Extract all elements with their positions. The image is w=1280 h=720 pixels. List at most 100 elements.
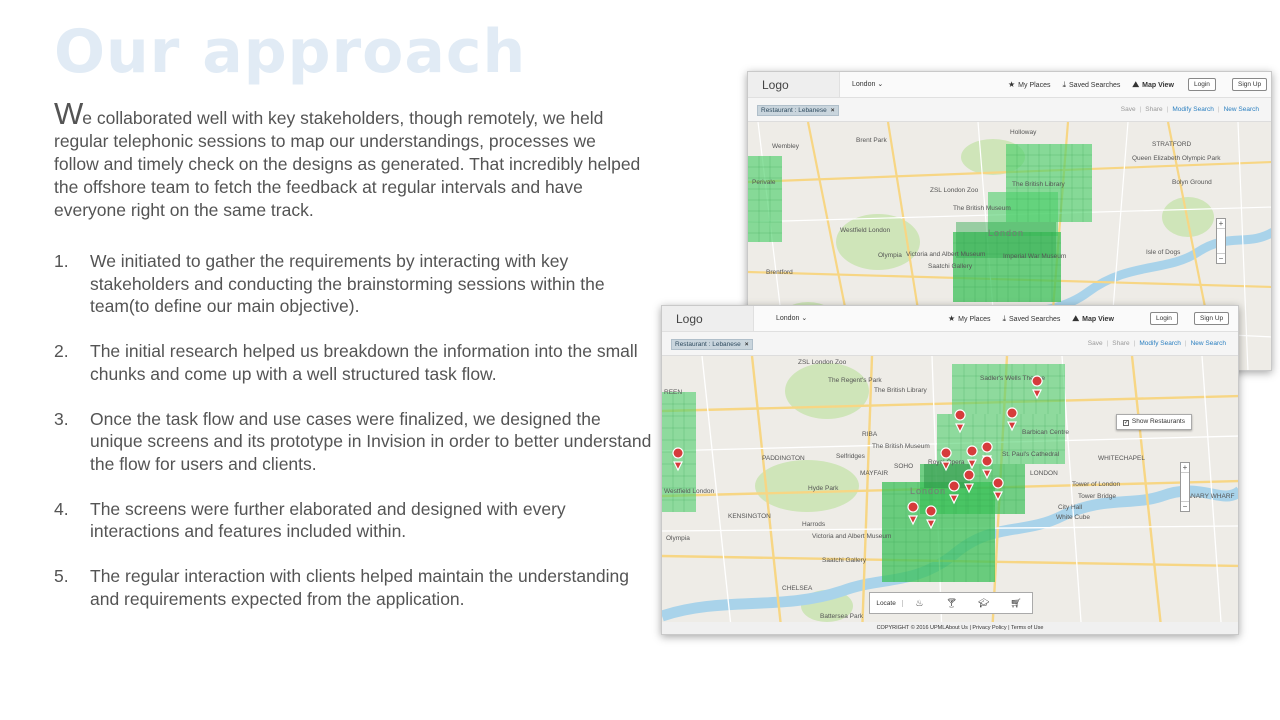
filter-chip[interactable]: Restaurant : Lebanese ×	[671, 339, 753, 350]
nav-map-view[interactable]: ⛰ Map View	[1132, 80, 1174, 90]
map-label: Brent Park	[856, 137, 887, 144]
map-label: STRATFORD	[1152, 141, 1192, 148]
map-label: Wembley	[772, 143, 800, 150]
map-label: Bolyn Ground	[1172, 179, 1212, 186]
map-label: Isle of Dogs	[1146, 249, 1181, 256]
step-number: 3.	[54, 408, 69, 429]
map-label: The British Library	[874, 387, 927, 394]
modify-search-link[interactable]: Modify Search	[1139, 340, 1181, 347]
filter-chip[interactable]: Restaurant : Lebanese ×	[757, 105, 839, 116]
map-screenshot-front: Logo London ⌄ ★ My Places ⤓ Saved Searches…	[661, 305, 1239, 635]
app-logo: Logo	[748, 72, 840, 97]
app-header: Logo London ⌄ ★ My Places ⤓ Saved Searches…	[662, 306, 1238, 332]
map-label: Saatchi Gallery	[822, 557, 867, 564]
chip-label: Restaurant : Lebanese	[761, 107, 827, 114]
nav-map-view[interactable]: ⛰ Map View	[1072, 314, 1114, 324]
step-text: Once the task flow and use cases were fi…	[90, 408, 652, 474]
step-text: The initial research helped us breakdown…	[90, 341, 638, 384]
header-nav: ★ My Places ⤓ Saved Searches ⛰ Map View	[948, 314, 1114, 324]
step-number: 5.	[54, 566, 69, 586]
share-link[interactable]: Share	[1145, 106, 1162, 113]
step-item: 3. Once the task flow and use cases were …	[54, 408, 654, 476]
map-label: SOHO	[894, 463, 913, 470]
nav-saved-searches[interactable]: ⤓ Saved Searches	[1062, 80, 1120, 90]
signup-button[interactable]: Sign Up	[1194, 312, 1230, 325]
nav-my-places[interactable]: ★ My Places	[948, 314, 990, 324]
signup-button[interactable]: Sign Up	[1232, 78, 1268, 91]
map-label: KENSINGTON	[728, 513, 771, 520]
map-label: The British Museum	[872, 443, 930, 450]
city-value: London	[776, 315, 800, 322]
map-label: The British Museum	[953, 205, 1011, 212]
cart-icon[interactable]: 🛒︎	[1000, 598, 1032, 609]
nav-label: Map View	[1142, 82, 1174, 89]
map-label: RIBA	[862, 431, 878, 438]
map-label: Tower of London	[1072, 481, 1120, 488]
close-icon[interactable]: ×	[831, 107, 835, 114]
zoom-in-icon[interactable]: +	[1217, 219, 1225, 228]
save-link[interactable]: Save	[1121, 106, 1136, 113]
toggle-label: Show Restaurants	[1131, 418, 1185, 425]
map-label: White Cube	[1056, 514, 1090, 521]
zoom-out-icon[interactable]: −	[1217, 254, 1225, 263]
city-select[interactable]: London ⌄	[852, 80, 883, 88]
nav-saved-searches[interactable]: ⤓ Saved Searches	[1002, 314, 1060, 324]
save-link[interactable]: Save	[1088, 340, 1103, 347]
download-icon: ⤓	[1002, 314, 1007, 323]
show-restaurants-toggle[interactable]: ✓ Show Restaurants	[1115, 414, 1192, 430]
new-search-link[interactable]: New Search	[1191, 340, 1226, 347]
map-label: Battersea Park	[820, 613, 864, 620]
map-canvas[interactable]: ZSL London Zoo The Regent's Park The Bri…	[662, 356, 1238, 634]
map-label: Tower Bridge	[1078, 493, 1116, 500]
zoom-slider[interactable]	[1181, 472, 1189, 502]
education-icon[interactable]: 🎓︎	[968, 598, 1000, 609]
zoom-control[interactable]: + −	[1180, 462, 1190, 512]
map-label: MAYFAIR	[860, 470, 888, 477]
zoom-control[interactable]: + −	[1216, 218, 1226, 264]
map-label: Selfridges	[836, 453, 866, 460]
step-text: The screens were further elaborated and …	[90, 498, 566, 542]
filter-bar: Restaurant : Lebanese × Save | Share | Modi…	[662, 332, 1238, 356]
zoom-in-icon[interactable]: +	[1181, 463, 1189, 472]
step-item: 5. The regular interaction with clients h…	[54, 565, 654, 610]
login-button[interactable]: Login	[1150, 312, 1178, 325]
map-label: The British Library	[1012, 181, 1065, 188]
locate-button[interactable]: Locate	[870, 599, 904, 607]
map-label: REEN	[664, 389, 682, 396]
step-number: 2.	[54, 341, 69, 361]
checkbox-icon[interactable]: ✓	[1122, 420, 1129, 426]
login-button[interactable]: Login	[1188, 78, 1216, 91]
city-value: London	[852, 81, 876, 88]
map-label: Perivale	[752, 179, 776, 186]
map-icon: ⛰	[1132, 80, 1140, 89]
map-icon: ⛰	[1072, 314, 1080, 323]
intro-text: e collaborated well with key stakeholder…	[54, 108, 641, 220]
map-label: CHELSEA	[782, 585, 813, 592]
map-label: PADDINGTON	[762, 455, 805, 462]
map-label: Holloway	[1010, 129, 1037, 136]
chevron-down-icon: ⌄	[801, 315, 808, 322]
nav-my-places[interactable]: ★ My Places	[1008, 80, 1050, 90]
modify-search-link[interactable]: Modify Search	[1172, 106, 1214, 113]
zoom-slider[interactable]	[1217, 228, 1225, 254]
map-label: Victoria and Albert Museum	[906, 251, 985, 258]
chip-label: Restaurant : Lebanese	[675, 341, 741, 348]
step-item: 4. The screens were further elaborated an…	[54, 498, 654, 543]
restaurant-icon[interactable]: ♨	[903, 598, 935, 609]
map-label: The Regent's Park	[828, 377, 882, 384]
slide-title: Our approach	[54, 17, 527, 87]
city-select[interactable]: London ⌄	[776, 314, 807, 322]
zoom-out-icon[interactable]: −	[1181, 502, 1189, 511]
star-icon: ★	[1008, 80, 1016, 89]
map-label: Olympia	[666, 535, 690, 542]
bar-icon[interactable]: 🍸︎	[935, 598, 967, 609]
map-label: Westfield London	[664, 488, 714, 495]
share-link[interactable]: Share	[1112, 340, 1129, 347]
new-search-link[interactable]: New Search	[1224, 106, 1259, 113]
map-label: LONDON	[1030, 470, 1058, 477]
close-icon[interactable]: ×	[745, 341, 749, 348]
step-number: 4.	[54, 498, 69, 519]
header-nav: ★ My Places ⤓ Saved Searches ⛰ Map View	[1008, 80, 1174, 90]
map-label: Queen Elizabeth Olympic Park	[1132, 155, 1221, 162]
download-icon: ⤓	[1062, 80, 1067, 89]
